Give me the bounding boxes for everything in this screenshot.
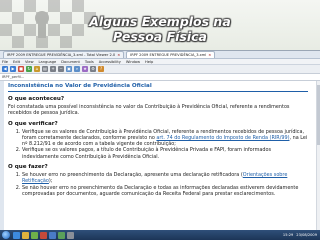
tab-bar: IRPF 2009 ENTREGUE PREVIDÊNCIA_3.xml - T… <box>0 51 320 59</box>
menu-view[interactable]: View <box>25 59 34 64</box>
menu-file[interactable]: File <box>2 59 8 64</box>
answer-what-happened: Foi constatada uma possível inconsistênc… <box>8 104 290 117</box>
address-text: IRPF_perfil... <box>2 75 25 79</box>
list-item: Se não houver erro no preenchimento da D… <box>22 185 308 198</box>
list-item-text: ); <box>48 178 53 185</box>
side-panel <box>0 81 4 231</box>
address-bar[interactable]: IRPF_perfil... <box>0 74 320 81</box>
menu-language[interactable]: Language <box>39 59 57 64</box>
slide-title-line1: Alguns Exemplos na <box>89 14 231 29</box>
refresh-icon[interactable]: ↻ <box>26 66 32 72</box>
help-icon[interactable]: ? <box>98 66 104 72</box>
bookmark-icon[interactable]: ★ <box>82 66 88 72</box>
media-player-icon[interactable] <box>31 231 38 239</box>
tab-label: IRPF 2009 ENTREGUE PREVIDÊNCIA_3.xml - T… <box>7 53 116 57</box>
home-icon[interactable]: ⌂ <box>34 66 40 72</box>
excel-icon[interactable] <box>58 231 65 239</box>
page-content: Inconsistência no Valor de Previdência O… <box>0 81 320 231</box>
stop-icon[interactable]: ■ <box>18 66 24 72</box>
close-icon[interactable]: × <box>208 53 211 57</box>
clock-time: 15:29 <box>282 233 294 237</box>
settings-icon[interactable]: ⚙ <box>90 66 96 72</box>
message-panel: Inconsistência no Valor de Previdência O… <box>8 83 308 197</box>
tab-document-2[interactable]: IRPF 2009 ENTREGUE PREVIDÊNCIA_3.xml × <box>126 51 216 58</box>
menu-document[interactable]: Document <box>61 59 80 64</box>
rir-link[interactable]: art. 74 do Regulamento do Imposto de Ren… <box>156 135 289 141</box>
list-item: Verifique se os valores pagos, a título … <box>22 147 308 160</box>
zoom-out-icon[interactable]: − <box>58 66 64 72</box>
forward-icon[interactable]: ▶ <box>10 66 16 72</box>
toolbar: ◀ ▶ ■ ↻ ⌂ ▤ + − ▣ ⌕ ★ ⚙ ? <box>0 65 320 74</box>
internet-explorer-icon[interactable] <box>13 231 20 239</box>
clock-date: 23/08/2009 <box>296 233 317 237</box>
tab-label: IRPF 2009 ENTREGUE PREVIDÊNCIA_3.xml <box>130 53 207 57</box>
vertical-scrollbar[interactable] <box>316 81 320 231</box>
slide-title-line2: Pessoa Física <box>113 29 207 44</box>
menu-edit[interactable]: Edit <box>13 59 20 64</box>
print-icon[interactable]: ▤ <box>42 66 48 72</box>
question-what-to-do: O que fazer? <box>8 164 48 171</box>
menu-help[interactable]: Help <box>145 59 153 64</box>
search-icon[interactable]: ⌕ <box>74 66 80 72</box>
question-what-to-check: O que verificar? <box>8 120 58 127</box>
powerpoint-icon[interactable] <box>40 231 47 239</box>
question-what-happened: O que aconteceu? <box>8 96 65 102</box>
todo-list: Se houver erro no preenchimento da Decla… <box>8 172 308 197</box>
check-list: Verifique se os valores de Contribuição … <box>8 129 308 160</box>
close-icon[interactable]: × <box>117 53 120 57</box>
section-title: Inconsistência no Valor de Previdência O… <box>8 83 308 92</box>
list-item-text: Se houver erro no preenchimento da Decla… <box>22 172 243 179</box>
back-icon[interactable]: ◀ <box>2 66 8 72</box>
save-icon[interactable]: ▣ <box>66 66 72 72</box>
list-item: Se houver erro no preenchimento da Decla… <box>22 172 308 185</box>
viewer-icon[interactable] <box>67 231 74 239</box>
folder-icon[interactable] <box>22 231 29 239</box>
start-button[interactable] <box>2 231 10 239</box>
tab-document-1[interactable]: IRPF 2009 ENTREGUE PREVIDÊNCIA_3.xml - T… <box>3 51 125 58</box>
menu-accessibility[interactable]: Accessibility <box>99 59 121 64</box>
menu-window[interactable]: Window <box>126 59 140 64</box>
browser-window: IRPF 2009 ENTREGUE PREVIDÊNCIA_3.xml - T… <box>0 50 320 231</box>
zoom-in-icon[interactable]: + <box>50 66 56 72</box>
word-icon[interactable] <box>49 231 56 239</box>
system-tray: 15:29 23/08/2009 <box>280 233 320 237</box>
menu-tools[interactable]: Tools <box>85 59 94 64</box>
list-item: Verifique se os valores de Contribuição … <box>22 129 308 148</box>
slide-title-area: Alguns Exemplos na Pessoa Física <box>0 0 320 50</box>
taskbar: 15:29 23/08/2009 <box>0 230 320 240</box>
